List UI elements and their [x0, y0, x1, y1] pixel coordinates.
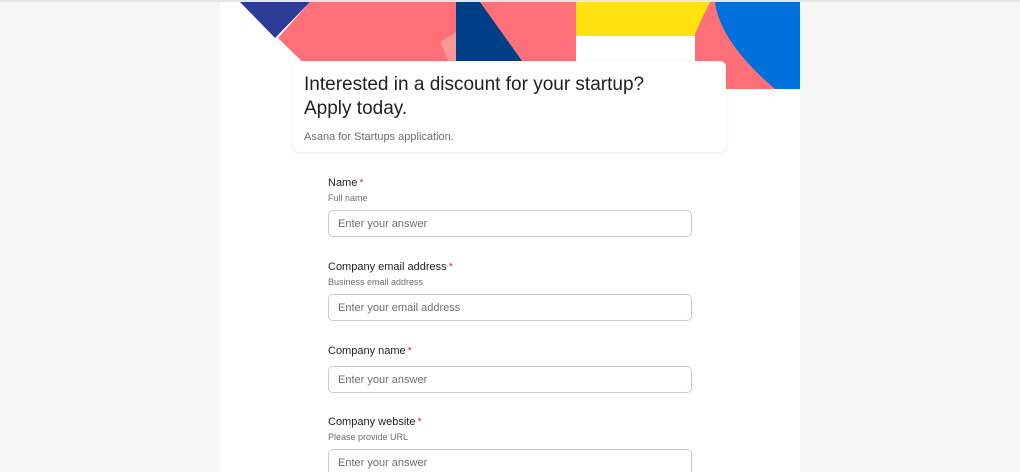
company-website-help-text: Please provide URL	[328, 432, 409, 442]
company-email-label: Company email address	[328, 261, 447, 273]
form-page: Interested in a discount for your startu…	[220, 2, 800, 472]
required-indicator: *	[407, 345, 412, 357]
form-title: Interested in a discount for your startu…	[304, 74, 645, 119]
company-email-help-text: Business email address	[328, 277, 424, 287]
form-header-card: Interested in a discount for your startu…	[293, 61, 726, 152]
name-label-row: Name *	[328, 176, 692, 190]
company-name-input[interactable]	[328, 366, 692, 393]
form-subtitle: Asana for Startups application.	[304, 131, 454, 143]
name-label: Name	[328, 177, 358, 189]
name-input[interactable]	[328, 210, 692, 237]
company-email-input[interactable]	[328, 294, 692, 321]
company-name-field-group: Company name *	[328, 344, 692, 393]
company-website-field-group: Company website * Please provide URL	[328, 415, 692, 472]
required-indicator: *	[448, 261, 453, 273]
company-website-label-row: Company website *	[328, 415, 692, 429]
name-help-text: Full name	[328, 193, 368, 203]
company-email-field-group: Company email address * Business email ad…	[328, 260, 692, 321]
company-email-label-row: Company email address *	[328, 260, 692, 274]
required-indicator: *	[417, 416, 422, 428]
company-website-input[interactable]	[328, 449, 692, 472]
required-indicator: *	[359, 177, 364, 189]
company-website-label: Company website	[328, 416, 416, 428]
name-field-group: Name * Full name	[328, 176, 692, 237]
company-name-label-row: Company name *	[328, 344, 692, 358]
company-name-label: Company name	[328, 345, 406, 357]
